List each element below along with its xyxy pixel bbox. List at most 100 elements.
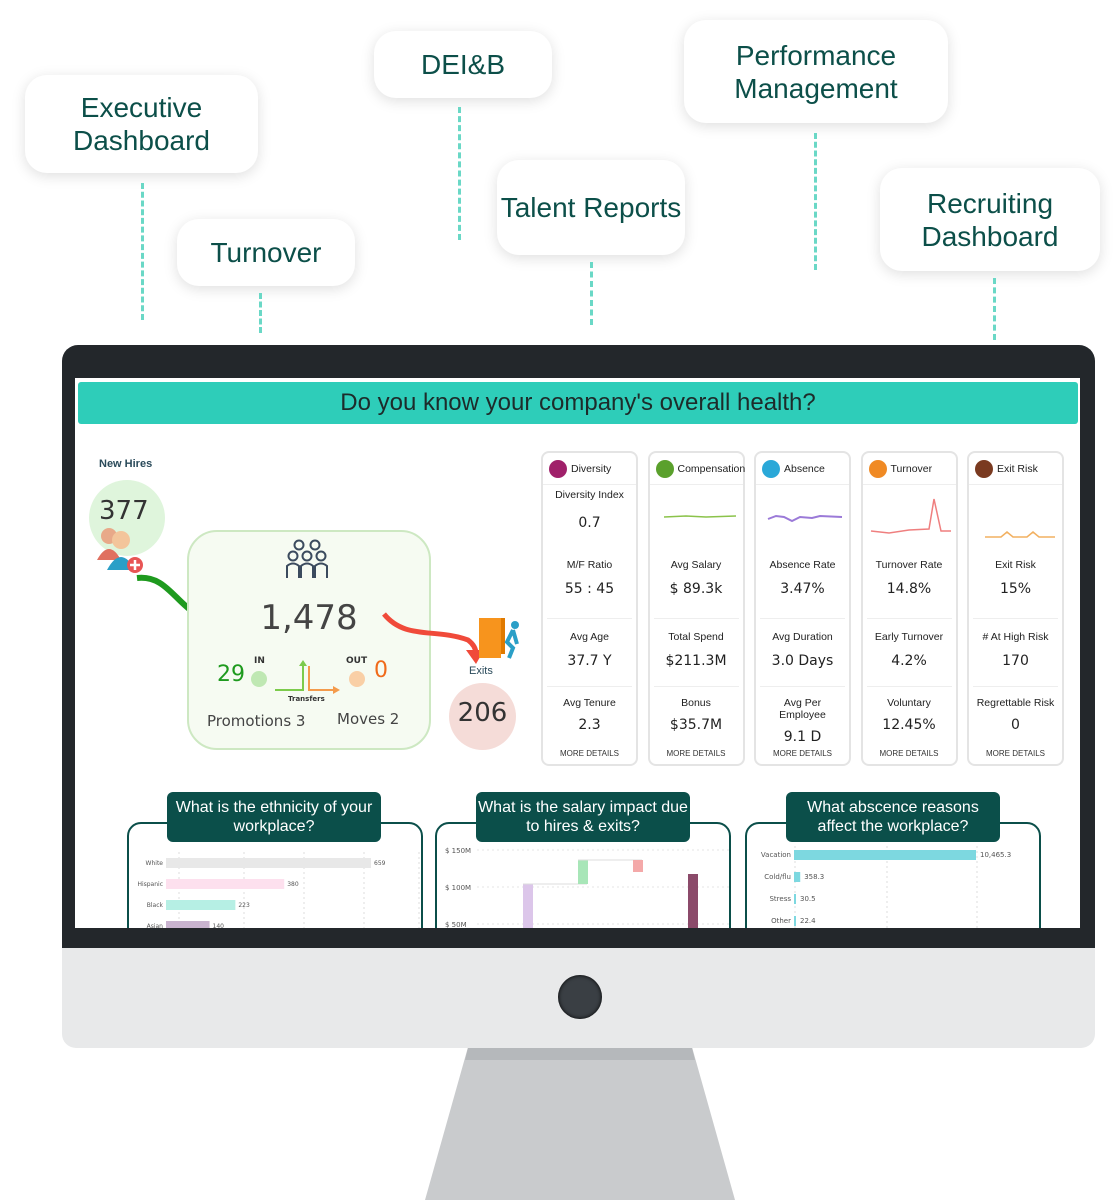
exit-arrow: [382, 612, 484, 664]
metric-label: Bonus: [681, 697, 711, 709]
transfers-in-count: 29: [217, 662, 245, 687]
monitor-logo-button: [558, 975, 602, 1019]
ethnicity-panel-title: What is the ethnicity of your workplace?: [167, 792, 381, 842]
metric-label: Diversity Index: [555, 489, 624, 501]
more-details-link[interactable]: MORE DETAILS: [969, 749, 1062, 758]
metric-value: $35.7M: [669, 717, 723, 733]
metric-value: 0.7: [578, 515, 601, 531]
out-people-icon: [349, 671, 365, 687]
exit-door-icon: [975, 459, 993, 478]
more-details-link[interactable]: MORE DETAILS: [650, 749, 743, 758]
metric-label: Exit Risk: [995, 559, 1036, 571]
waterfall-bar: [523, 884, 533, 928]
metric-value: $211.3M: [665, 653, 727, 669]
metric-label: Avg Tenure: [563, 697, 616, 709]
waterfall-bar: [578, 860, 588, 884]
waterfall-bar: [633, 860, 643, 872]
more-details-link[interactable]: MORE DETAILS: [863, 749, 956, 758]
waterfall-bar: [688, 874, 698, 928]
callout-deib: DEI&B: [374, 31, 552, 98]
value-label: 140: [213, 923, 225, 928]
value-label: 358.3: [804, 873, 824, 881]
metric-value: 3.47%: [780, 581, 825, 597]
out-label: OUT: [346, 656, 368, 666]
connector-line: [590, 262, 593, 325]
more-details-link[interactable]: MORE DETAILS: [756, 749, 849, 758]
card-title: Absence: [784, 462, 825, 475]
metric-label: Turnover Rate: [875, 559, 943, 571]
absence-reasons-panel-title: What abscence reasons affect the workpla…: [786, 792, 1000, 842]
category-label: Vacation: [761, 851, 791, 859]
card-title: Turnover: [890, 462, 933, 475]
metric-label: Early Turnover: [874, 631, 944, 643]
absence-bar: [794, 894, 796, 904]
in-people-icon: [251, 671, 267, 687]
metric-value: 2.3: [578, 717, 601, 733]
callout-recruiting-dashboard: Recruiting Dashboard: [880, 168, 1100, 271]
metric-card-absence: Absence Absence Rate 3.47% Avg Duration 3.…: [754, 451, 851, 766]
connector-line: [814, 133, 817, 270]
value-label: 30.5: [800, 895, 816, 903]
money-bag-icon: [655, 459, 674, 478]
category-label: Stress: [769, 895, 791, 903]
new-hires-count: 377: [99, 496, 149, 526]
category-label: Black: [147, 902, 164, 909]
metric-value: 37.7 Y: [567, 653, 612, 669]
callout-turnover: Turnover: [177, 219, 355, 286]
in-label: IN: [254, 656, 265, 666]
metric-label: Avg Duration: [772, 631, 833, 643]
exit-door-icon: [479, 618, 519, 659]
banner-title: Do you know your company's overall healt…: [78, 382, 1078, 424]
metric-label: Absence Rate: [769, 559, 836, 571]
metric-label: Regrettable Risk: [976, 697, 1055, 709]
ethnicity-bar: [166, 879, 285, 889]
category-label: Hispanic: [137, 881, 163, 888]
metric-value: 0: [1011, 717, 1020, 733]
metric-label: Avg Per Employee: [779, 697, 826, 721]
metric-value: 55 : 45: [564, 581, 615, 597]
callout-talent-reports: Talent Reports: [497, 160, 685, 255]
category-label: Asian: [147, 923, 164, 928]
category-label: Other: [771, 917, 791, 925]
metric-value: $ 89.3k: [669, 581, 723, 597]
metric-card-exit-risk: Exit Risk Exit Risk 15% # At High Risk 170…: [967, 451, 1064, 766]
dashboard-screen: Do you know your company's overall healt…: [75, 378, 1080, 928]
metric-label: Voluntary: [887, 697, 931, 709]
ethnicity-bar: [166, 900, 236, 910]
metric-label: Avg Salary: [670, 559, 722, 571]
promotions-count: Promotions 3: [207, 712, 306, 730]
value-label: 659: [374, 860, 386, 867]
transfers-out-count: 0: [374, 658, 388, 683]
transfers-arrows-icon: [275, 660, 340, 694]
metric-card-compensation: Compensation Avg Salary $ 89.3k Total Spe…: [647, 451, 745, 766]
y-tick-label: $ 150M: [445, 847, 471, 855]
metric-value: 4.2%: [891, 653, 927, 669]
more-details-link[interactable]: MORE DETAILS: [543, 749, 636, 758]
metric-label: Avg Age: [570, 631, 609, 643]
callout-performance-management: Performance Management: [684, 20, 948, 123]
card-title: Diversity: [571, 462, 612, 475]
ethnicity-bar: [166, 921, 210, 928]
callout-executive-dashboard: Executive Dashboard: [25, 75, 258, 173]
metric-card-turnover: Turnover Turnover Rate 14.8% Early Turnov…: [860, 451, 958, 766]
connector-line: [993, 278, 996, 340]
monitor-stand: [425, 1040, 735, 1200]
value-label: 380: [287, 881, 299, 888]
category-label: Cold/flu: [764, 873, 791, 881]
connector-line: [141, 183, 144, 320]
metric-value: 170: [1002, 653, 1029, 669]
metric-value: 14.8%: [886, 581, 932, 597]
connector-line: [259, 293, 262, 333]
metric-value: 3.0 Days: [771, 653, 834, 669]
metric-value: 9.1 D: [783, 729, 822, 745]
value-label: 223: [238, 902, 250, 909]
exits-label: Exits: [469, 665, 493, 677]
metric-value: 12.45%: [882, 717, 936, 733]
transfers-label: Transfers: [288, 695, 325, 703]
metric-label: # At High Risk: [982, 631, 1049, 643]
absence-bar: [794, 872, 801, 882]
card-title: Exit Risk: [997, 462, 1038, 475]
y-tick-label: $ 50M: [445, 921, 467, 928]
team-icon: [286, 539, 328, 578]
moves-count: Moves 2: [337, 710, 400, 728]
